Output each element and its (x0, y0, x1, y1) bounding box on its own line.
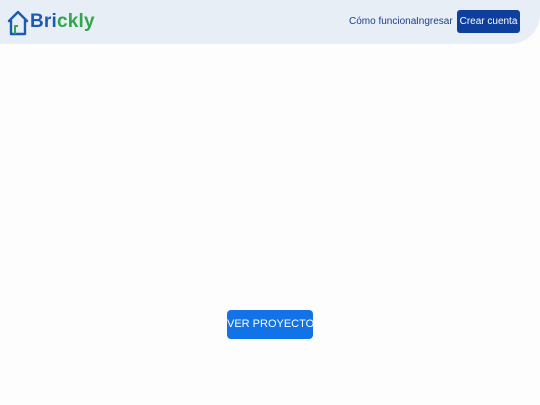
top-navbar: Brickly Cómo funciona Ingresar Crear cue… (0, 0, 540, 44)
brand-name-part1: Bri (30, 11, 57, 32)
view-projects-button[interactable]: VER PROYECTOS (227, 310, 322, 339)
brand-name-part2: ckly (57, 11, 95, 32)
nav-login-link[interactable]: Ingresar (416, 16, 453, 28)
create-account-button[interactable]: Crear cuenta (457, 10, 520, 33)
house-icon (7, 8, 29, 36)
brand-name: Brickly (30, 8, 95, 36)
page: Brickly Cómo funciona Ingresar Crear cue… (0, 0, 540, 405)
brand-logo[interactable]: Brickly (7, 8, 95, 36)
nav-how-it-works-link[interactable]: Cómo funciona (349, 16, 416, 28)
